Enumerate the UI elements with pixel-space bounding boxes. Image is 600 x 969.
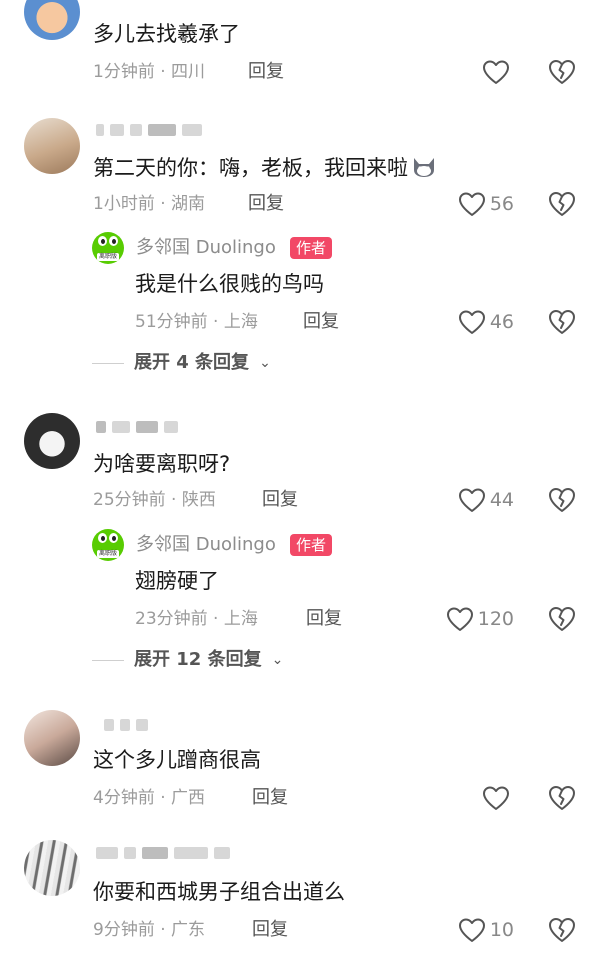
avatar[interactable] <box>24 413 80 469</box>
reply-author-name[interactable]: 多邻国 Duolingo <box>136 236 276 260</box>
expand-label: 展开 12 条回复 <box>134 649 262 670</box>
reply-meta: 51分钟前 · 上海 <box>135 312 258 332</box>
divider <box>92 659 124 661</box>
heart-outline-icon <box>458 918 485 942</box>
username-blurred <box>96 846 230 860</box>
expand-replies-button[interactable]: 展开 4 条回复 ⌄ <box>92 351 271 375</box>
reply-button[interactable]: 回复 <box>252 786 288 810</box>
avatar[interactable] <box>24 840 80 896</box>
chevron-down-icon: ⌄ <box>259 355 271 371</box>
comment-text: 这个多儿蹭商很高 <box>93 748 261 772</box>
comment-meta: 25分钟前 · 陕西 <box>93 490 216 510</box>
comment-meta: 1小时前 · 湖南 <box>93 194 206 214</box>
author-tag-badge: 作者 <box>290 237 333 259</box>
username-blurred <box>96 123 202 137</box>
username-blurred <box>96 420 178 434</box>
like-button[interactable]: 46 <box>458 307 514 337</box>
divider <box>92 362 124 364</box>
cat-emoji-icon <box>411 156 437 178</box>
comment-text-content: 第二天的你：嗨，老板，我回来啦 <box>93 156 408 180</box>
heart-outline-icon <box>483 60 509 84</box>
comment-text: 第二天的你：嗨，老板，我回来啦 <box>93 154 437 182</box>
broken-heart-icon[interactable] <box>548 58 576 86</box>
like-count: 46 <box>489 311 514 333</box>
comment-text: 为啥要离职呀? <box>93 452 231 476</box>
broken-heart-icon[interactable] <box>548 308 576 336</box>
username-blurred <box>104 718 148 732</box>
broken-heart-icon[interactable] <box>548 486 576 514</box>
like-count: 120 <box>477 608 514 630</box>
broken-heart-icon[interactable] <box>548 605 576 633</box>
duolingo-avatar[interactable]: 离职版 <box>92 529 124 561</box>
avatar[interactable] <box>24 710 80 766</box>
like-button[interactable]: 56 <box>458 189 514 219</box>
like-count: 56 <box>489 193 514 215</box>
comment-meta: 1分钟前 · 四川 <box>93 62 206 82</box>
heart-outline-icon <box>446 607 473 631</box>
broken-heart-icon[interactable] <box>548 190 576 218</box>
comment-meta: 9分钟前 · 广东 <box>93 920 206 940</box>
comment-meta: 4分钟前 · 广西 <box>93 788 206 808</box>
like-button[interactable]: 44 <box>458 485 514 515</box>
heart-outline-icon <box>458 310 485 334</box>
reply-button[interactable]: 回复 <box>303 310 339 334</box>
broken-heart-icon[interactable] <box>548 916 576 944</box>
like-count: 10 <box>489 919 514 941</box>
reply-author-name[interactable]: 多邻国 Duolingo <box>136 533 276 557</box>
reply-meta: 23分钟前 · 上海 <box>135 609 258 629</box>
heart-outline-icon <box>458 488 485 512</box>
reply-button[interactable]: 回复 <box>306 607 342 631</box>
avatar[interactable] <box>24 0 80 40</box>
avatar-badge: 离职版 <box>97 253 119 261</box>
comment-text: 多儿去找羲承了 <box>93 22 240 46</box>
reply-text: 翅膀硬了 <box>135 569 219 593</box>
reply-button[interactable]: 回复 <box>252 918 288 942</box>
duolingo-avatar[interactable]: 离职版 <box>92 232 124 264</box>
reply-text: 我是什么很贱的鸟吗 <box>135 272 324 296</box>
like-button[interactable]: 120 <box>446 604 514 634</box>
reply-button[interactable]: 回复 <box>248 192 284 216</box>
heart-outline-icon <box>483 786 509 810</box>
like-button[interactable] <box>482 783 514 813</box>
avatar-badge: 离职版 <box>97 550 119 558</box>
broken-heart-icon[interactable] <box>548 784 576 812</box>
expand-replies-button[interactable]: 展开 12 条回复 ⌄ <box>92 648 283 672</box>
reply-button[interactable]: 回复 <box>248 60 284 84</box>
comment-text: 你要和西城男子组合出道么 <box>93 880 345 904</box>
author-tag-badge: 作者 <box>290 534 333 556</box>
like-button[interactable]: 10 <box>458 915 514 945</box>
expand-label: 展开 4 条回复 <box>134 352 250 373</box>
like-count: 44 <box>489 489 514 511</box>
heart-outline-icon <box>458 192 485 216</box>
avatar[interactable] <box>24 118 80 174</box>
reply-button[interactable]: 回复 <box>262 488 298 512</box>
chevron-down-icon: ⌄ <box>271 652 284 668</box>
like-button[interactable] <box>482 57 514 87</box>
